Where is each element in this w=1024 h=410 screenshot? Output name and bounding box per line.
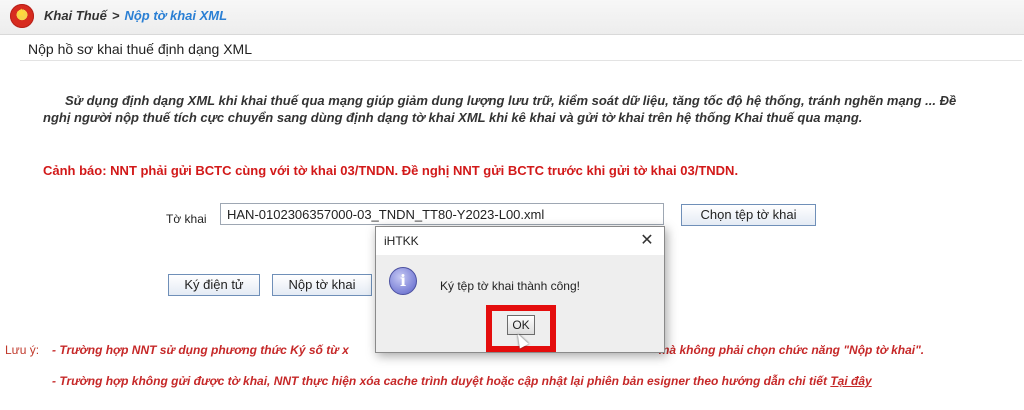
note-1-tail: mà không phải chọn chức năng "Nộp tờ kha… bbox=[658, 343, 925, 357]
file-path-input[interactable] bbox=[220, 203, 664, 225]
info-icon: i bbox=[389, 267, 417, 295]
dialog-message: Ký tệp tờ khai thành công! bbox=[440, 279, 580, 293]
choose-file-button[interactable]: Chọn tệp tờ khai bbox=[681, 204, 816, 226]
note-item-2: - Trường hợp không gửi được tờ khai, NNT… bbox=[52, 374, 872, 388]
dialog-titlebar[interactable]: iHTKK ✕ bbox=[376, 227, 664, 255]
national-emblem-icon bbox=[10, 4, 34, 28]
help-link[interactable]: Tại đây bbox=[830, 374, 871, 388]
breadcrumb-current[interactable]: Nộp tờ khai XML bbox=[124, 8, 227, 23]
breadcrumb: Khai Thuế > Nộp tờ khai XML bbox=[44, 8, 227, 23]
top-breadcrumb-bar: Khai Thuế > Nộp tờ khai XML bbox=[0, 0, 1024, 35]
dialog-title: iHTKK bbox=[384, 234, 419, 248]
warning-text: Cảnh báo: NNT phải gửi BCTC cùng với tờ … bbox=[43, 163, 739, 178]
intro-text: Sử dụng định dạng XML khi khai thuế qua … bbox=[43, 93, 957, 125]
breadcrumb-root[interactable]: Khai Thuế bbox=[44, 8, 107, 23]
note-1-text: - Trường hợp NNT sử dụng phương thức Ký … bbox=[52, 343, 349, 357]
note-2-text: - Trường hợp không gửi được tờ khai, NNT… bbox=[52, 374, 827, 388]
breadcrumb-separator: > bbox=[111, 8, 120, 23]
intro-paragraph: Sử dụng định dạng XML khi khai thuế qua … bbox=[43, 92, 983, 126]
section-title: Nộp hồ sơ khai thuế định dạng XML bbox=[28, 41, 252, 57]
close-icon[interactable]: ✕ bbox=[638, 231, 656, 249]
notes-heading: Lưu ý: bbox=[5, 343, 40, 357]
submit-button[interactable]: Nộp tờ khai bbox=[272, 274, 372, 296]
sign-button[interactable]: Ký điện tử bbox=[168, 274, 260, 296]
file-label: Tờ khai bbox=[166, 212, 207, 226]
section-divider bbox=[20, 60, 1022, 61]
